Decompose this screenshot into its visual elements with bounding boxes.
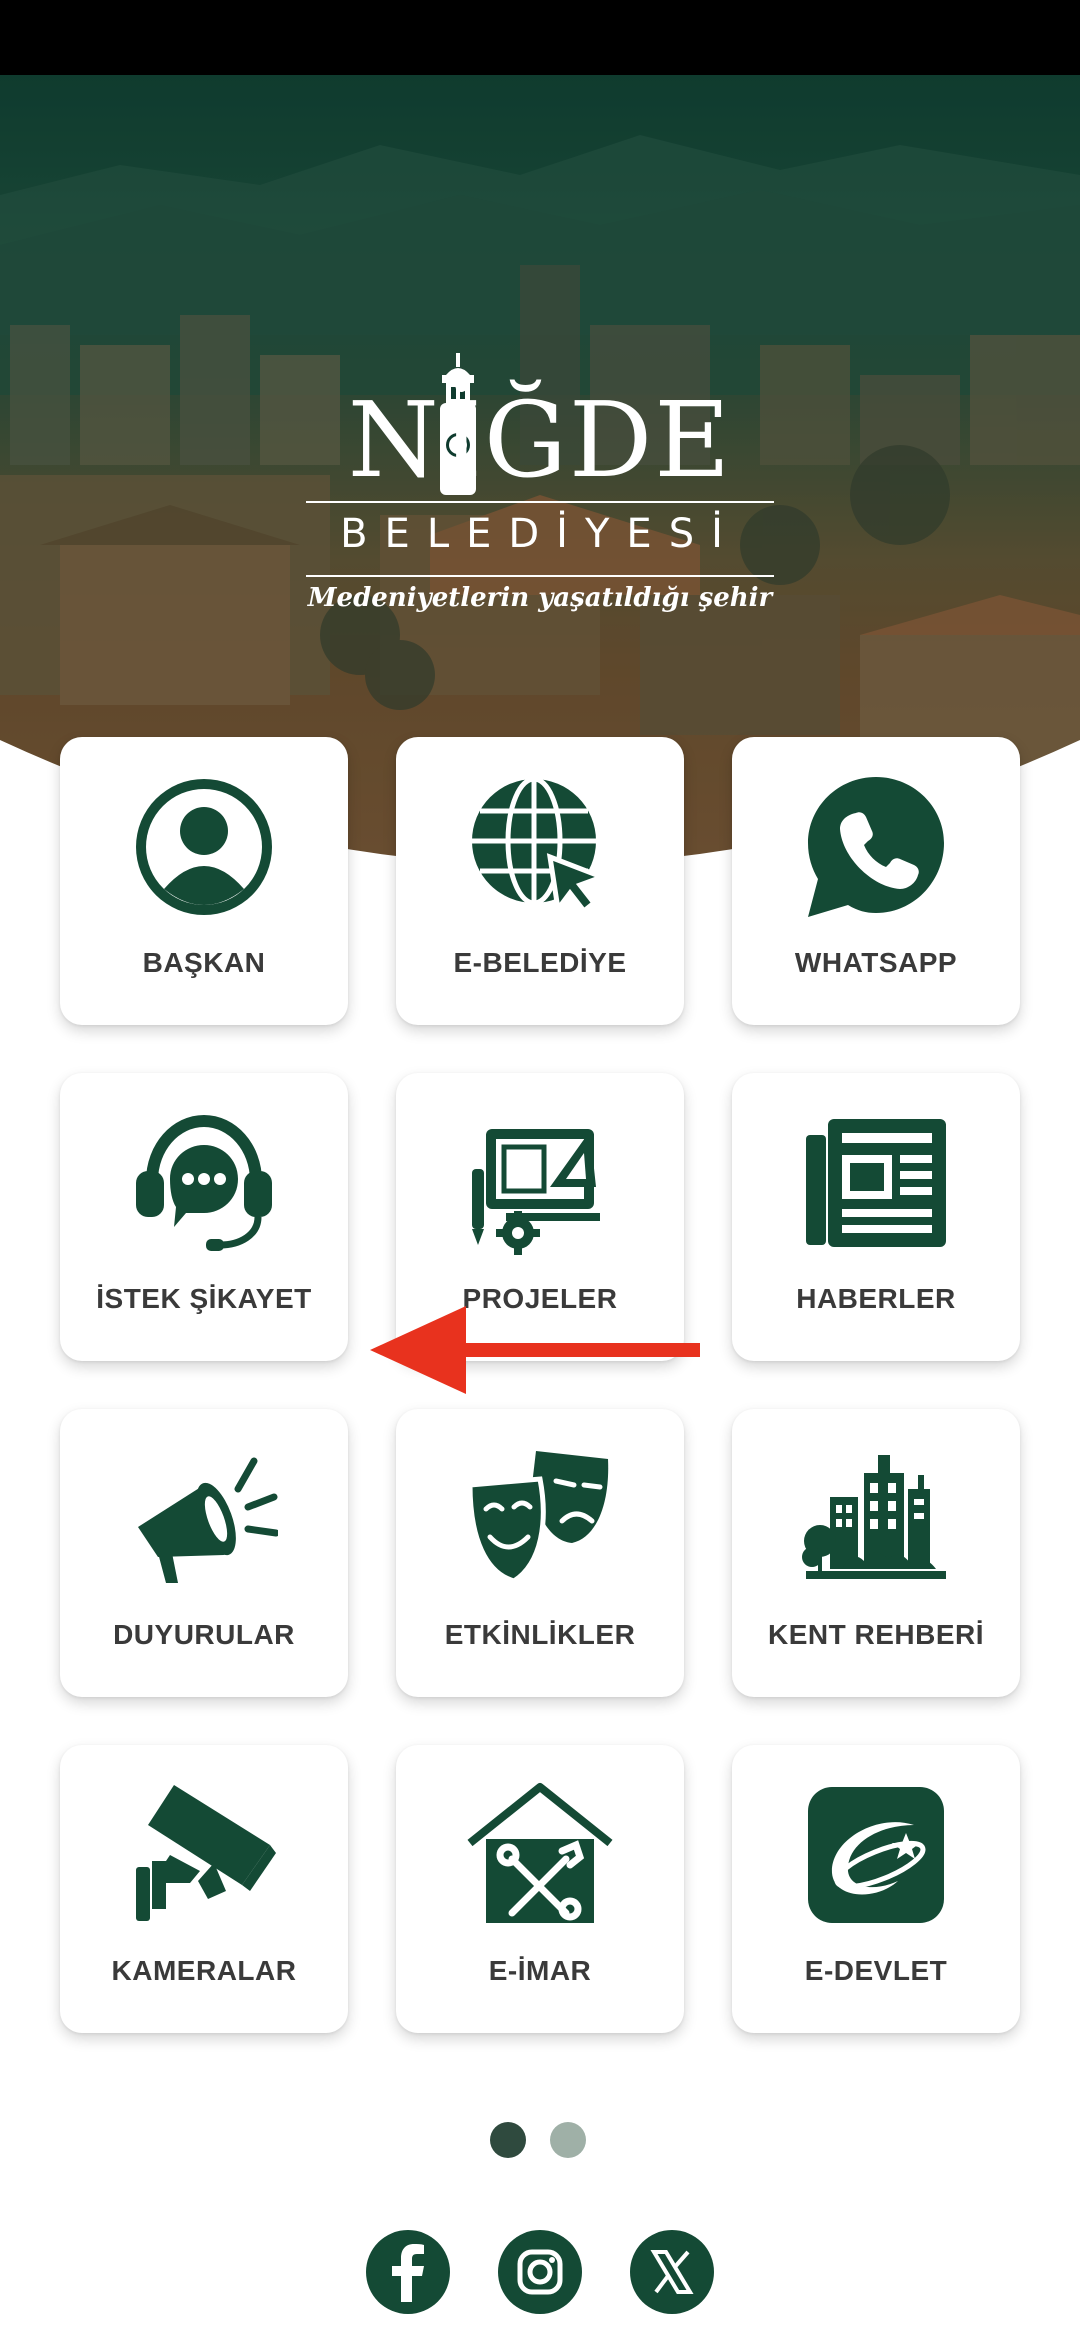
municipality-logo: NİĞDE BELEDİYESİ Medeniyetlerin yaşatıld… [300,345,780,625]
logo-slogan: Medeniyetlerin yaşatıldığı şehir [307,583,773,613]
theater-masks-icon [467,1451,609,1584]
menu-item-label: E-BELEDİYE [453,947,627,978]
menu-item-label: HABERLER [796,1283,956,1314]
menu-item-istek-sikayet[interactable]: İSTEK ŞİKAYET [60,1073,348,1361]
page-dot-2[interactable] [550,2122,586,2158]
menu-item-duyurular[interactable]: DUYURULAR [60,1409,348,1697]
logo-divider [306,575,774,577]
menu-item-haberler[interactable]: HABERLER [732,1073,1020,1361]
logo-title: NİĞDE [347,379,733,501]
newspaper-icon [806,1119,946,1247]
page-indicator [490,2122,590,2162]
annotation-arrow [370,1306,700,1394]
menu-item-label: KENT REHBERİ [767,1619,984,1650]
menu-item-e-belediye[interactable]: E-BELEDİYE [396,737,684,1025]
house-tools-icon [467,1783,613,1923]
headset-chat-icon [136,1114,272,1251]
user-circle-icon [136,779,272,915]
menu-item-label: E-İMAR [488,1955,592,1986]
menu-item-label: BAŞKAN [142,947,266,978]
megaphone-icon [138,1457,278,1583]
menu-item-e-imar[interactable]: E-İMAR [396,1745,684,2033]
menu-item-label: İSTEK ŞİKAYET [96,1283,312,1314]
page-dot-1[interactable] [490,2122,526,2158]
menu-item-etkinlikler[interactable]: ETKİNLİKLER [396,1409,684,1697]
facebook-button[interactable] [366,2230,450,2314]
menu-item-label: WHATSAPP [794,947,958,978]
menu-item-kameralar[interactable]: KAMERALAR [60,1745,348,2033]
x-twitter-icon [650,2250,694,2294]
menu-item-label: KAMERALAR [111,1955,297,1986]
menu-item-label: ETKİNLİKLER [444,1619,636,1650]
menu-item-baskan[interactable]: BAŞKAN [60,737,348,1025]
security-camera-icon [136,1785,276,1921]
logo-subtitle: BELEDİYESİ [340,511,740,557]
menu-item-whatsapp[interactable]: WHATSAPP [732,737,1020,1025]
blueprint-gear-icon [472,1129,600,1255]
instagram-button[interactable] [498,2230,582,2314]
menu-item-kent-rehberi[interactable]: KENT REHBERİ [732,1409,1020,1697]
city-buildings-icon [802,1455,946,1579]
facebook-icon [392,2244,424,2302]
status-bar [0,0,1080,75]
menu-item-label: E-DEVLET [804,1955,948,1986]
app-screen: NİĞDE BELEDİYESİ Medeniyetlerin yaşatıld… [0,0,1080,2340]
menu-item-label: DUYURULAR [113,1619,295,1650]
logo-divider [306,501,774,503]
instagram-icon [517,2249,563,2295]
globe-cursor-icon [472,776,610,916]
menu-item-e-devlet[interactable]: E-DEVLET [732,1745,1020,2033]
whatsapp-icon [808,777,944,917]
e-devlet-logo-icon [808,1787,944,1923]
x-button[interactable] [630,2230,714,2314]
